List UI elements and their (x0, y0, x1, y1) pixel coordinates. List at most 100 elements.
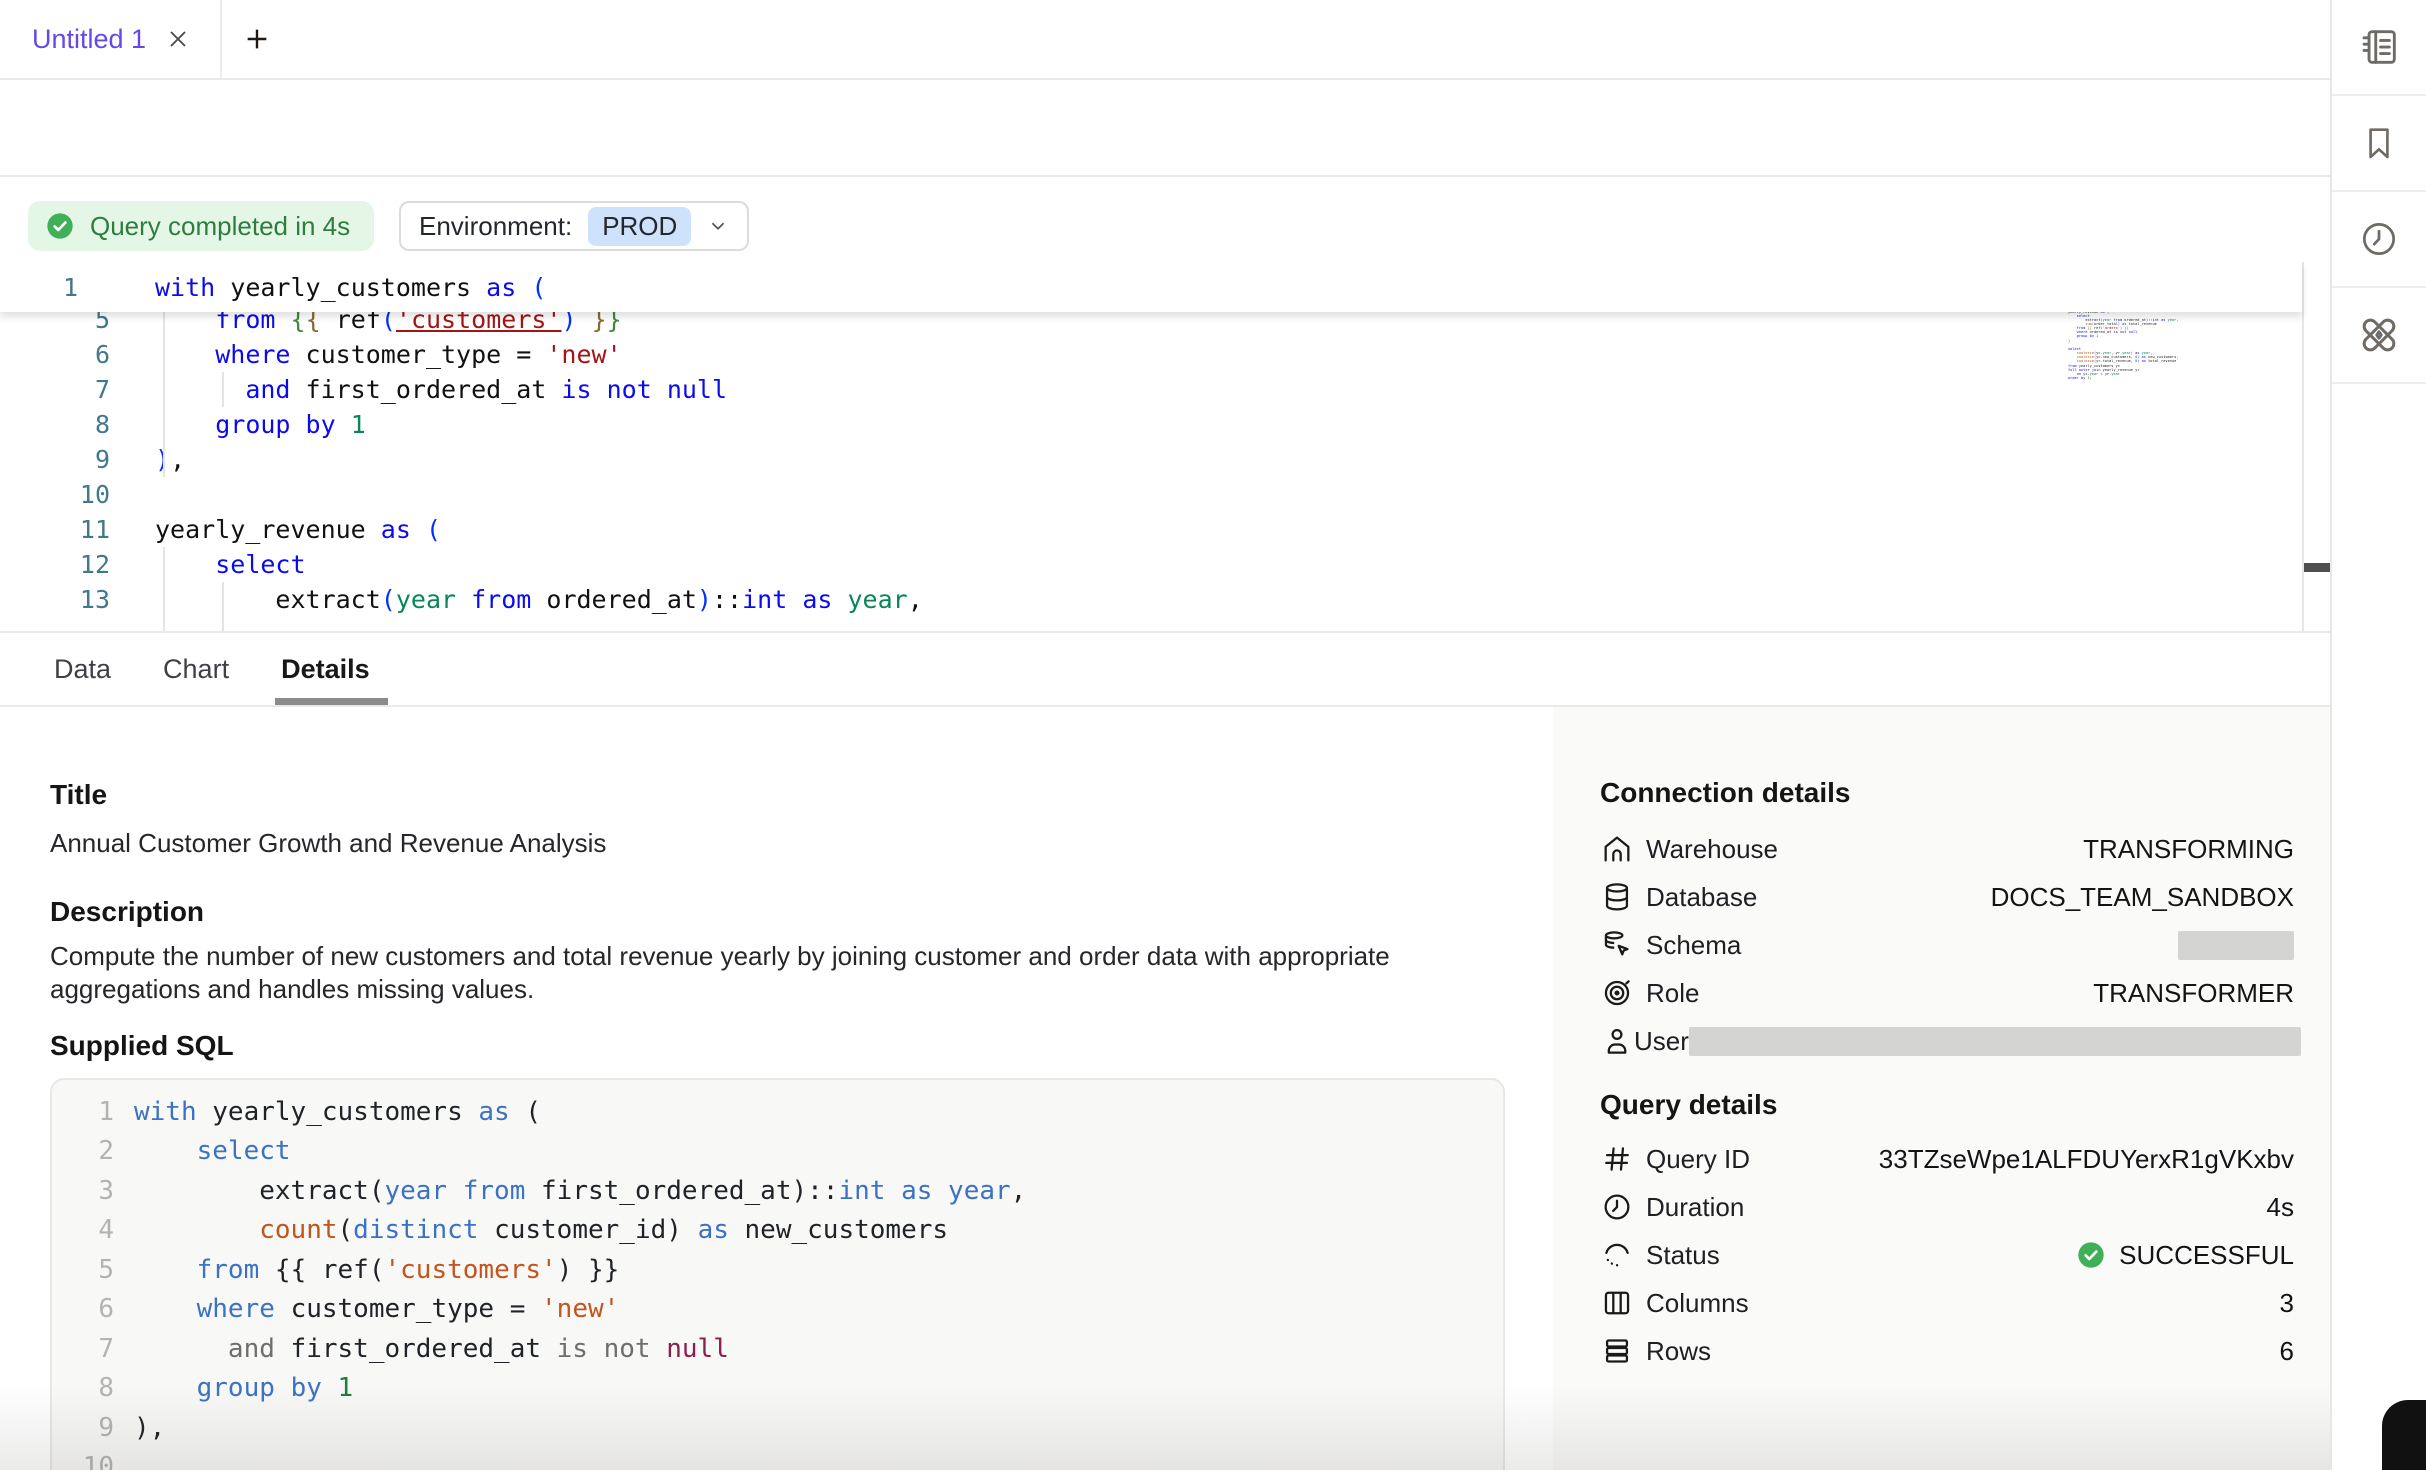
line-number: 6 (52, 1294, 114, 1324)
row-value: 4s (2267, 1192, 2294, 1223)
editor-code-lines[interactable]: 5 from {{ ref('customers') }}6 where cus… (0, 302, 2302, 617)
row-label: User (1634, 1026, 1689, 1057)
app-window: Untitled 1 Develop Run Query completed i… (0, 0, 2426, 1470)
sql-card-line: 7 and first_ordered_at is not null (52, 1329, 1503, 1369)
indent-guide (222, 372, 224, 407)
row-value: DOCS_TEAM_SANDBOX (1991, 882, 2294, 913)
value-text: TRANSFORMING (2083, 834, 2294, 865)
code-line: count(distinct customer_id) as new_custo… (134, 1215, 948, 1245)
tab-bar: Untitled 1 (0, 0, 2330, 80)
code-line: and first_ordered_at is not null (134, 1334, 729, 1364)
editor-line[interactable]: 10 (0, 477, 2302, 512)
row-label: Role (1646, 978, 1699, 1009)
editor-line[interactable]: 11 yearly_revenue as ( (0, 512, 2302, 547)
line-number: 11 (0, 515, 110, 544)
editor-line[interactable]: 13 extract(year from ordered_at)::int as… (0, 582, 2302, 617)
line-number: 9 (52, 1413, 114, 1443)
bookmark-icon (2358, 121, 2400, 165)
columns-icon (1600, 1286, 1646, 1320)
line-number: 10 (52, 1452, 114, 1470)
value-text: DOCS_TEAM_SANDBOX (1991, 882, 2294, 913)
row-label: Database (1646, 882, 1757, 913)
connection-row-database: Database DOCS_TEAM_SANDBOX (1600, 873, 2294, 921)
sql-card-line: 8 group by 1 (52, 1369, 1503, 1409)
environment-select[interactable]: Environment: PROD (399, 201, 749, 251)
database-icon (1600, 880, 1646, 914)
line-number: 7 (0, 375, 110, 404)
line-number: 9 (0, 445, 110, 474)
user-icon (1600, 1024, 1634, 1058)
sql-card-line: 1with yearly_customers as ( (52, 1092, 1503, 1132)
line-number: 10 (0, 480, 110, 509)
value-text: 3 (2280, 1288, 2294, 1319)
tab-chart[interactable]: Chart (159, 633, 233, 705)
sql-card-line: 4 count(distinct customer_id) as new_cus… (52, 1211, 1503, 1251)
query-row-columns: Columns3 (1600, 1279, 2294, 1327)
row-label: Warehouse (1646, 834, 1778, 865)
row-value: TRANSFORMING (2083, 834, 2294, 865)
line-number: 3 (52, 1176, 114, 1206)
sql-editor[interactable]: Query completed in 4s Environment: PROD … (0, 177, 2330, 633)
environment-value-chip: PROD (588, 207, 691, 246)
query-status-text: Query completed in 4s (90, 211, 350, 242)
value-text: 6 (2280, 1336, 2294, 1367)
line-number: 7 (52, 1334, 114, 1364)
line-number: 12 (0, 550, 110, 579)
row-value: SUCCESSFUL (2075, 1239, 2294, 1271)
history-icon (2357, 217, 2401, 261)
sidebar-button-compass[interactable] (2332, 288, 2426, 384)
tab-details[interactable]: Details (277, 633, 374, 705)
title-value: Annual Customer Growth and Revenue Analy… (50, 827, 1493, 860)
row-value: 6 (2280, 1336, 2294, 1367)
supplied-sql-heading: Supplied SQL (50, 1030, 1493, 1062)
query-row-status: StatusSUCCESSFUL (1600, 1231, 2294, 1279)
notebook-icon (2356, 24, 2402, 70)
code-line: select (155, 550, 306, 579)
code-line: yearly_revenue as ( (155, 515, 441, 544)
editor-line[interactable]: 7 and first_ordered_at is not null (0, 372, 2302, 407)
schema-icon (1600, 928, 1646, 962)
code-line: select (134, 1136, 291, 1166)
new-tab-button[interactable] (222, 0, 292, 78)
sidebar-button-notebook[interactable] (2332, 0, 2426, 96)
code-line: where customer_type = 'new' (155, 340, 622, 369)
compass-icon (2355, 311, 2403, 359)
sidebar-button-history[interactable] (2332, 192, 2426, 288)
line-number: 1 (52, 1097, 114, 1127)
warehouse-icon (1600, 832, 1646, 866)
connection-row-user: User (1600, 1017, 2294, 1065)
connection-details-heading: Connection details (1600, 777, 2294, 809)
tab-untitled[interactable]: Untitled 1 (0, 0, 222, 78)
row-value (1689, 1027, 2301, 1056)
editor-line[interactable]: 6 where customer_type = 'new' (0, 337, 2302, 372)
tab-data[interactable]: Data (50, 633, 115, 705)
spinner-icon (1600, 1238, 1646, 1272)
editor-line[interactable]: 12 select (0, 547, 2302, 582)
line-number: 2 (52, 1136, 114, 1166)
editor-line[interactable]: 9), (0, 442, 2302, 477)
editor-line[interactable]: 8 group by 1 (0, 407, 2302, 442)
editor-sticky-line[interactable]: 1 with yearly_customers as ( (0, 262, 2302, 312)
scrollbar-thumb[interactable] (2304, 563, 2330, 572)
supplied-sql-card: 1with yearly_customers as (2 select3 ext… (50, 1078, 1505, 1470)
value-text: TRANSFORMER (2093, 978, 2294, 1009)
redacted-value (2178, 931, 2294, 960)
environment-label: Environment: (419, 211, 572, 242)
sidebar-button-bookmark[interactable] (2332, 96, 2426, 192)
row-label: Rows (1646, 1336, 1711, 1367)
row-value: TRANSFORMER (2093, 978, 2294, 1009)
editor-scrollbar[interactable] (2302, 262, 2330, 633)
tab-title: Untitled 1 (32, 24, 146, 55)
code-line: from {{ ref('customers') }} (134, 1255, 619, 1285)
redacted-value (1689, 1027, 2301, 1056)
row-value (2178, 931, 2294, 960)
indent-guide (222, 582, 224, 633)
indent-guide (163, 547, 165, 633)
help-fab-corner[interactable] (2382, 1400, 2426, 1470)
code-line: with yearly_customers as ( (155, 273, 546, 302)
line-number: 1 (63, 273, 78, 302)
close-icon[interactable] (164, 25, 192, 53)
connection-row-warehouse: Warehouse TRANSFORMING (1600, 825, 2294, 873)
minimap-line: order by 1; (2068, 376, 2188, 380)
query-status-pill: Query completed in 4s (28, 201, 374, 251)
